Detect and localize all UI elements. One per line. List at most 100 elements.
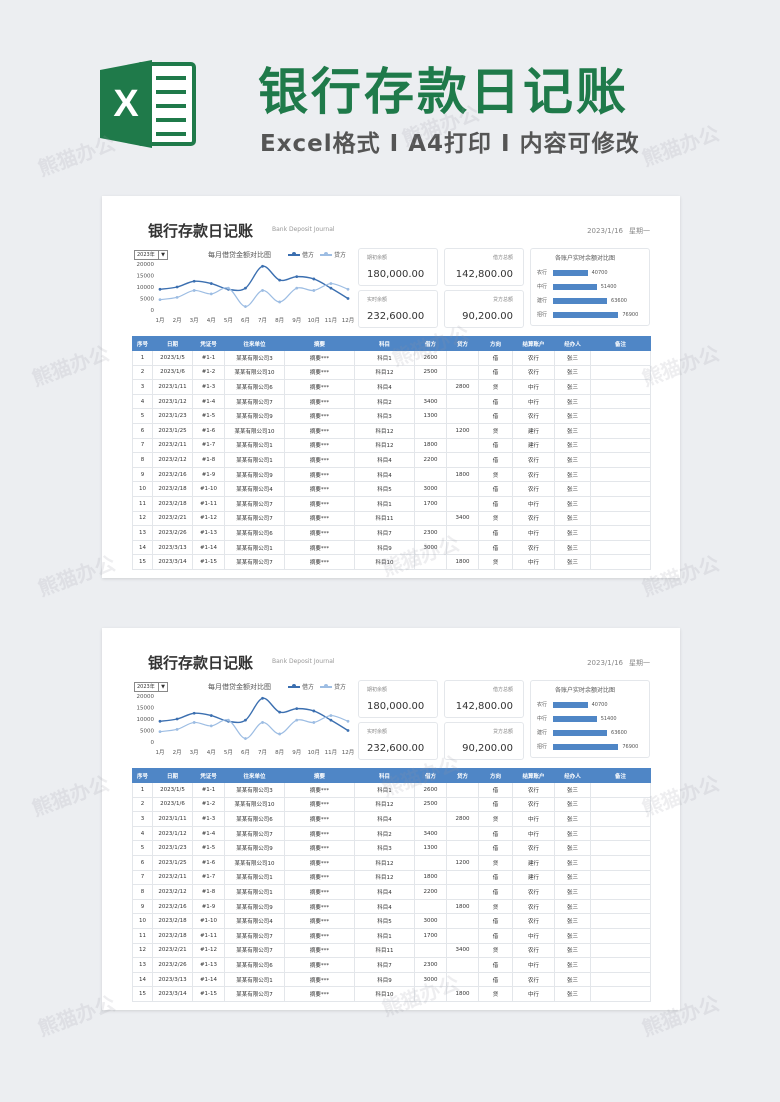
table-cell[interactable] xyxy=(446,825,479,842)
table-cell[interactable]: #1-7 xyxy=(192,869,225,886)
table-cell[interactable]: 张三 xyxy=(554,927,591,944)
table-cell[interactable]: 摘要*** xyxy=(284,782,355,798)
table-cell[interactable]: 摘要*** xyxy=(284,466,355,483)
table-cell[interactable]: 张三 xyxy=(554,796,591,813)
table-cell[interactable] xyxy=(414,466,447,483)
table-cell[interactable]: 张三 xyxy=(554,869,591,886)
table-cell[interactable]: 2800 xyxy=(446,379,479,395)
table-cell[interactable]: 1200 xyxy=(446,422,479,439)
table-cell[interactable] xyxy=(590,840,651,856)
table-cell[interactable]: 15 xyxy=(132,986,153,1002)
table-cell[interactable]: 2023/2/18 xyxy=(152,927,193,944)
table-cell[interactable]: 科目1 xyxy=(354,782,415,798)
table-cell[interactable]: 建行 xyxy=(512,869,555,886)
table-cell[interactable]: 3400 xyxy=(414,393,447,410)
table-cell[interactable]: 中行 xyxy=(512,393,555,410)
table-cell[interactable] xyxy=(590,379,651,395)
table-cell[interactable]: 某某有限公司1 xyxy=(224,884,285,900)
table-cell[interactable]: 摘要*** xyxy=(284,525,355,541)
table-cell[interactable]: #1-12 xyxy=(192,942,225,959)
table-cell[interactable]: 张三 xyxy=(554,971,591,988)
table-cell[interactable]: 2023/2/26 xyxy=(152,525,193,541)
table-cell[interactable] xyxy=(590,539,651,556)
table-cell[interactable]: 农行 xyxy=(512,782,555,798)
table-cell[interactable]: 某某有限公司10 xyxy=(224,364,285,381)
table-cell[interactable]: 某某有限公司4 xyxy=(224,481,285,497)
table-cell[interactable]: #1-11 xyxy=(192,495,225,512)
table-cell[interactable]: 摘要*** xyxy=(284,869,355,886)
table-cell[interactable]: 3000 xyxy=(414,971,447,988)
table-cell[interactable]: 2023/2/26 xyxy=(152,957,193,973)
table-cell[interactable] xyxy=(590,811,651,827)
table-cell[interactable]: #1-2 xyxy=(192,364,225,381)
table-cell[interactable]: 某某有限公司7 xyxy=(224,554,285,570)
table-cell[interactable]: 2023/1/23 xyxy=(152,840,193,856)
table-cell[interactable]: 摘要*** xyxy=(284,379,355,395)
table-cell[interactable]: 2023/2/16 xyxy=(152,898,193,915)
table-cell[interactable]: 摘要*** xyxy=(284,481,355,497)
table-cell[interactable] xyxy=(590,364,651,381)
table-cell[interactable]: 2800 xyxy=(446,811,479,827)
table-cell[interactable] xyxy=(590,422,651,439)
table-cell[interactable]: 4 xyxy=(132,825,153,842)
table-cell[interactable]: 借 xyxy=(478,481,513,497)
table-cell[interactable] xyxy=(590,854,651,871)
table-cell[interactable]: 张三 xyxy=(554,942,591,959)
table-cell[interactable]: 借 xyxy=(478,840,513,856)
table-cell[interactable]: 借 xyxy=(478,408,513,424)
table-cell[interactable]: #1-5 xyxy=(192,840,225,856)
table-cell[interactable]: 贷 xyxy=(478,986,513,1002)
table-cell[interactable]: 1 xyxy=(132,350,153,366)
table-cell[interactable]: 2600 xyxy=(414,782,447,798)
table-cell[interactable] xyxy=(414,422,447,439)
table-cell[interactable]: 借 xyxy=(478,393,513,410)
table-cell[interactable]: 摘要*** xyxy=(284,913,355,929)
table-cell[interactable] xyxy=(590,495,651,512)
table-cell[interactable]: 农行 xyxy=(512,539,555,556)
table-cell[interactable]: 借 xyxy=(478,495,513,512)
table-cell[interactable]: 借 xyxy=(478,452,513,468)
table-cell[interactable]: 摘要*** xyxy=(284,422,355,439)
table-cell[interactable]: 摘要*** xyxy=(284,364,355,381)
table-cell[interactable]: 2023/1/5 xyxy=(152,350,193,366)
table-cell[interactable]: 张三 xyxy=(554,554,591,570)
table-cell[interactable]: 某某有限公司1 xyxy=(224,539,285,556)
table-cell[interactable]: 某某有限公司6 xyxy=(224,525,285,541)
table-cell[interactable]: 建行 xyxy=(512,854,555,871)
table-cell[interactable]: 贷 xyxy=(478,854,513,871)
table-cell[interactable]: 摘要*** xyxy=(284,393,355,410)
table-cell[interactable]: 借 xyxy=(478,437,513,454)
table-cell[interactable] xyxy=(414,986,447,1002)
table-cell[interactable]: #1-8 xyxy=(192,884,225,900)
table-cell[interactable]: 科目5 xyxy=(354,913,415,929)
table-cell[interactable]: 农行 xyxy=(512,942,555,959)
table-cell[interactable]: 摘要*** xyxy=(284,554,355,570)
table-cell[interactable]: 建行 xyxy=(512,422,555,439)
table-cell[interactable]: 某某有限公司6 xyxy=(224,379,285,395)
table-cell[interactable]: 摘要*** xyxy=(284,884,355,900)
table-cell[interactable]: #1-9 xyxy=(192,466,225,483)
year-select[interactable]: 2023年 ▼ xyxy=(134,250,168,260)
table-cell[interactable]: #1-6 xyxy=(192,422,225,439)
table-cell[interactable]: 借 xyxy=(478,364,513,381)
table-cell[interactable]: 科目12 xyxy=(354,422,415,439)
table-cell[interactable]: 某某有限公司7 xyxy=(224,495,285,512)
table-cell[interactable]: 摘要*** xyxy=(284,350,355,366)
table-cell[interactable]: 12 xyxy=(132,510,153,527)
table-cell[interactable]: 科目11 xyxy=(354,942,415,959)
table-cell[interactable] xyxy=(590,825,651,842)
table-cell[interactable]: 3000 xyxy=(414,913,447,929)
table-cell[interactable]: 2023/3/13 xyxy=(152,539,193,556)
table-cell[interactable] xyxy=(446,957,479,973)
table-cell[interactable]: 张三 xyxy=(554,525,591,541)
table-cell[interactable]: 1700 xyxy=(414,495,447,512)
table-cell[interactable]: 农行 xyxy=(512,510,555,527)
table-cell[interactable]: 科目4 xyxy=(354,884,415,900)
table-cell[interactable]: 1700 xyxy=(414,927,447,944)
table-cell[interactable]: 摘要*** xyxy=(284,452,355,468)
table-cell[interactable] xyxy=(590,986,651,1002)
table-cell[interactable]: 张三 xyxy=(554,539,591,556)
table-cell[interactable] xyxy=(446,971,479,988)
table-cell[interactable]: 1 xyxy=(132,782,153,798)
table-cell[interactable]: 科目10 xyxy=(354,554,415,570)
